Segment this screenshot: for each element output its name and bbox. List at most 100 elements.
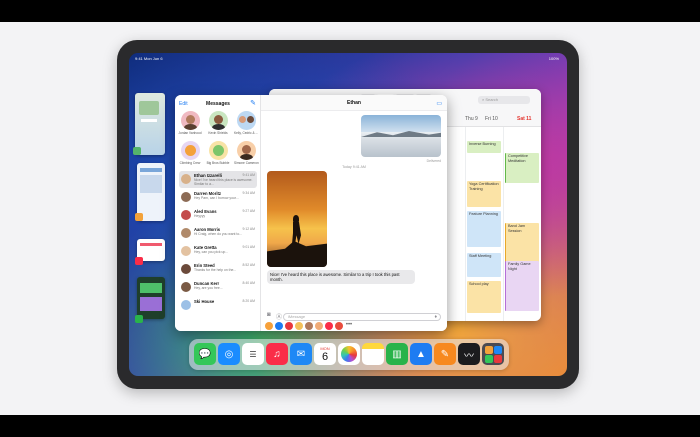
video-call-icon[interactable]: ▭ xyxy=(436,100,442,107)
sidebar-header: Edit Messages ✎ xyxy=(175,95,260,109)
pinned-contact[interactable]: Simone Cameron xyxy=(234,141,259,165)
avatar xyxy=(181,282,191,292)
thread-contact-name[interactable]: Ethan xyxy=(261,100,447,106)
avatar xyxy=(180,141,200,160)
conversation-row[interactable]: Ski House 8:20 AM xyxy=(179,297,257,314)
imessage-input[interactable]: iMessage ♦ xyxy=(283,312,441,321)
conversation-preview: Hey Pam, can I borrow your... xyxy=(194,196,239,200)
calendar-event[interactable]: Band Jam Session xyxy=(505,223,539,263)
status-time: 9:41 Mon Jun 6 xyxy=(135,56,163,61)
mail-icon[interactable]: ✉ xyxy=(290,343,312,365)
conversation-row[interactable]: Darren Moritz 9:34 AM Hey Pam, can I bor… xyxy=(179,189,257,206)
ipad-screen: 9:41 Mon Jun 6 100% ⌕ Search Thu 9 Fri 1… xyxy=(129,53,567,376)
avatar xyxy=(181,246,191,256)
conversation-time: 9:27 AM xyxy=(242,209,255,213)
avatar xyxy=(208,141,228,160)
incoming-message-bubble[interactable]: Nice! I've heard this place is awesome. … xyxy=(267,270,415,284)
music-app-icon xyxy=(135,257,143,265)
avatar xyxy=(181,300,191,310)
received-photo-hiker[interactable] xyxy=(267,171,327,267)
pinned-contact[interactable]: Big Bros Bubble xyxy=(206,141,230,165)
messages-icon[interactable]: 💬 xyxy=(194,343,216,365)
pinned-contact[interactable]: Kelly, Cedric & ... xyxy=(234,111,258,135)
day-header-thu: Thu 9 xyxy=(465,116,478,122)
messages-window[interactable]: Edit Messages ✎ Jordan Vanhood Kevin Shi… xyxy=(175,95,447,331)
app-store-icon[interactable]: Ⓐ xyxy=(276,312,282,321)
photos-app-icon[interactable] xyxy=(265,322,273,330)
conversation-row[interactable]: Aled Evans 9:27 AM Heyyyy xyxy=(179,207,257,224)
stage-thumbnail-numbers[interactable] xyxy=(137,277,165,319)
compose-icon[interactable]: ✎ xyxy=(250,100,256,107)
conversation-pane: Ethan ▭ Delivered Today 9:41 AM Nice! I'… xyxy=(261,95,447,331)
pinned-name: Kelly, Cedric & ... xyxy=(234,131,259,135)
pinned-conversations: Jordan Vanhood Kevin Shields Kelly, Cedr… xyxy=(175,109,260,171)
memoji-icon[interactable] xyxy=(315,322,323,330)
avatar xyxy=(181,210,191,220)
pinned-name: Climbing Crew xyxy=(179,161,201,165)
calendar-event[interactable]: Competitive Meditation xyxy=(505,153,539,183)
pages-icon[interactable]: ✎ xyxy=(434,343,456,365)
calendar-event[interactable]: Family Game Night xyxy=(505,261,539,311)
numbers-icon[interactable]: ▥ xyxy=(386,343,408,365)
delivered-label: Delivered xyxy=(426,159,441,163)
day-header-fri: Fri 10 xyxy=(485,116,498,122)
conversation-time: 8:40 AM xyxy=(242,281,255,285)
ipad-frame: 9:41 Mon Jun 6 100% ⌕ Search Thu 9 Fri 1… xyxy=(117,40,579,389)
music-app-icon[interactable] xyxy=(325,322,333,330)
top-letterbox xyxy=(0,0,700,22)
conversation-preview: Hi Craig, when do you want to... xyxy=(194,232,243,236)
calendar-icon-date: 6 xyxy=(321,350,329,363)
conversation-preview: Heyyyy xyxy=(194,214,206,218)
calendar-icon[interactable]: MON 6 xyxy=(314,343,336,365)
store-app-icon[interactable] xyxy=(275,322,283,330)
more-icon[interactable]: ••• xyxy=(345,322,353,330)
conversation-row[interactable]: Duncan Kerr 8:40 AM Hey, are you free... xyxy=(179,279,257,296)
freeform-icon[interactable]: 〰 xyxy=(458,343,480,365)
memoji-icon[interactable] xyxy=(305,322,313,330)
stage-thumbnail-maps[interactable] xyxy=(135,93,165,155)
conversation-row[interactable]: Erin Steed 8:52 AM Thanks for the help o… xyxy=(179,261,257,278)
conversation-row[interactable]: Kate Gretta 9:01 AM Hey, can you pick up… xyxy=(179,243,257,260)
conversation-row[interactable]: Ethan Izzarelli 9:41 AM Nice! I've heard… xyxy=(179,171,257,188)
search-images-icon[interactable] xyxy=(335,322,343,330)
pinned-name: Simone Cameron xyxy=(234,161,259,165)
pinned-contact[interactable]: Jordan Vanhood xyxy=(178,111,202,135)
microphone-icon[interactable]: ♦ xyxy=(434,314,437,320)
message-timestamp: Today 9:41 AM xyxy=(342,165,366,169)
sent-photo-desert[interactable] xyxy=(361,115,441,157)
keynote-icon[interactable]: ▲ xyxy=(410,343,432,365)
calendar-event[interactable]: Inverse Burning xyxy=(467,141,501,153)
imessage-placeholder: iMessage xyxy=(288,313,306,319)
conversation-preview: Thanks for the help on the... xyxy=(194,268,237,272)
camera-icon[interactable]: ◙ xyxy=(267,312,271,318)
conversation-time: 9:41 AM xyxy=(242,173,255,177)
fitness-app-icon[interactable] xyxy=(285,322,293,330)
maps-app-icon xyxy=(133,147,141,155)
notes-icon[interactable] xyxy=(362,343,384,365)
pinned-name: Jordan Vanhood xyxy=(178,131,202,135)
calendar-event[interactable]: School play xyxy=(467,281,501,313)
imessage-app-drawer: ••• xyxy=(265,322,353,330)
calendar-event[interactable]: Yoga Certification Training xyxy=(467,181,501,207)
presentation-stage: 9:41 Mon Jun 6 100% ⌕ Search Thu 9 Fri 1… xyxy=(0,22,700,415)
calendar-event[interactable]: Staff Meeting xyxy=(467,253,501,277)
photos-icon[interactable] xyxy=(338,343,360,365)
reminders-icon[interactable]: ☰ xyxy=(242,343,264,365)
files-app-icon xyxy=(135,213,143,221)
avatar xyxy=(208,111,228,130)
safari-icon[interactable]: ◎ xyxy=(218,343,240,365)
music-icon[interactable]: ♫ xyxy=(266,343,288,365)
conversation-time: 8:52 AM xyxy=(242,263,255,267)
pinned-contact[interactable]: Climbing Crew xyxy=(178,141,202,165)
memoji-icon[interactable] xyxy=(295,322,303,330)
avatar xyxy=(180,111,200,130)
calendar-search-field[interactable]: ⌕ Search xyxy=(478,96,530,104)
calendar-event[interactable]: Feature Planning xyxy=(467,211,501,247)
thread-header: Ethan ▭ xyxy=(261,95,447,111)
conversation-preview: Hey, can you pick up... xyxy=(194,250,229,254)
app-library-icon[interactable] xyxy=(482,343,504,365)
pinned-contact[interactable]: Kevin Shields xyxy=(206,111,230,135)
battery-status: 100% xyxy=(548,56,559,61)
conversation-row[interactable]: Aaron Morris 9:12 AM Hi Craig, when do y… xyxy=(179,225,257,242)
conversation-preview: Nice! I've heard this place is awesome. … xyxy=(194,178,253,186)
